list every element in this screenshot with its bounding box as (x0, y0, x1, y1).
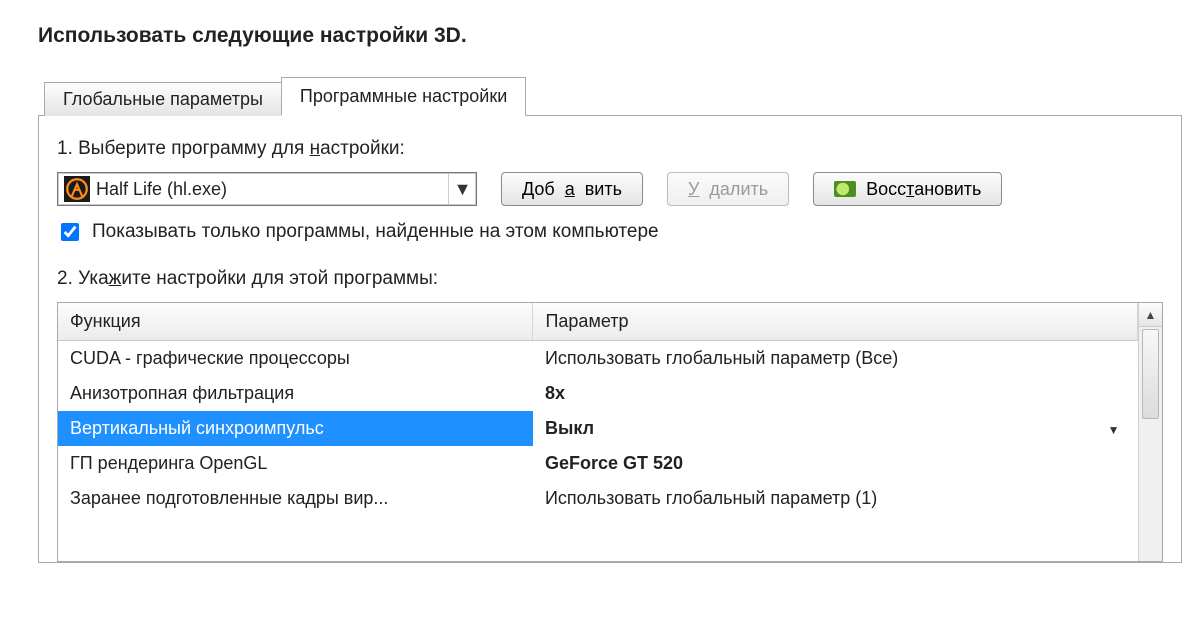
show-only-installed-checkbox[interactable] (61, 223, 79, 241)
col-feature[interactable]: Функция (58, 303, 533, 341)
tab-panel-program: 1. Выберите программу для настройки: Hal… (38, 115, 1182, 563)
table-row[interactable]: ГП рендеринга OpenGLGeForce GT 520 (58, 446, 1138, 481)
tab-bar: Глобальные параметры Программные настрой… (44, 76, 1182, 115)
table-row[interactable]: Вертикальный синхроимпульсВыкл▼ (58, 411, 1138, 446)
table-row[interactable]: CUDA - графические процессорыИспользоват… (58, 341, 1138, 377)
program-controls-row: Half Life (hl.exe) ▼ Добавить Удалить Во… (57, 172, 1163, 206)
add-button[interactable]: Добавить (501, 172, 643, 206)
col-param[interactable]: Параметр (533, 303, 1138, 341)
param-cell[interactable]: 8x (533, 376, 1138, 411)
step1-underline: н (310, 138, 321, 159)
table-row[interactable]: Анизотропная фильтрация8x (58, 376, 1138, 411)
show-only-installed-row[interactable]: Показывать только программы, найденные н… (57, 220, 1163, 244)
tab-global[interactable]: Глобальные параметры (44, 82, 282, 116)
remove-button: Удалить (667, 172, 789, 206)
table-row[interactable]: Заранее подготовленные кадры вир...Испол… (58, 481, 1138, 516)
feature-cell: Вертикальный синхроимпульс (58, 411, 533, 446)
half-life-icon (64, 176, 90, 202)
program-select[interactable]: Half Life (hl.exe) ▼ (57, 172, 477, 206)
step1-suffix: астройки: (320, 138, 405, 159)
feature-cell: Заранее подготовленные кадры вир... (58, 481, 533, 516)
settings-table: Функция Параметр CUDA - графические проц… (58, 303, 1138, 516)
feature-cell: CUDA - графические процессоры (58, 341, 533, 377)
scroll-thumb[interactable] (1142, 329, 1159, 419)
program-select-value: Half Life (hl.exe) (96, 179, 448, 200)
param-cell[interactable]: Выкл▼ (533, 411, 1138, 446)
param-cell[interactable]: Использовать глобальный параметр (1) (533, 481, 1138, 516)
chevron-down-icon: ▼ (1108, 423, 1120, 437)
show-only-installed-label: Показывать только программы, найденные н… (92, 221, 659, 243)
param-cell[interactable]: Использовать глобальный параметр (Все) (533, 341, 1138, 377)
scroll-track[interactable] (1139, 327, 1162, 561)
restore-button[interactable]: Восстановить (813, 172, 1002, 206)
step2-label: 2. Укажите настройки для этой программы: (57, 268, 1163, 290)
feature-cell: ГП рендеринга OpenGL (58, 446, 533, 481)
step1-prefix: 1. Выберите программу для (57, 138, 310, 159)
param-cell[interactable]: GeForce GT 520 (533, 446, 1138, 481)
step2-underline: ж (109, 268, 122, 289)
chevron-down-icon: ▼ (448, 173, 476, 205)
page-title: Использовать следующие настройки 3D. (38, 24, 1182, 48)
scroll-up-icon[interactable]: ▲ (1139, 303, 1162, 327)
nvidia-icon (834, 181, 856, 197)
scrollbar[interactable]: ▲ (1138, 303, 1162, 561)
step1-label: 1. Выберите программу для настройки: (57, 138, 1163, 160)
step2-prefix: 2. Ука (57, 268, 109, 289)
settings-table-wrap: Функция Параметр CUDA - графические проц… (57, 302, 1163, 562)
tab-program[interactable]: Программные настройки (281, 77, 526, 116)
feature-cell: Анизотропная фильтрация (58, 376, 533, 411)
step2-suffix: ите настройки для этой программы: (121, 268, 438, 289)
